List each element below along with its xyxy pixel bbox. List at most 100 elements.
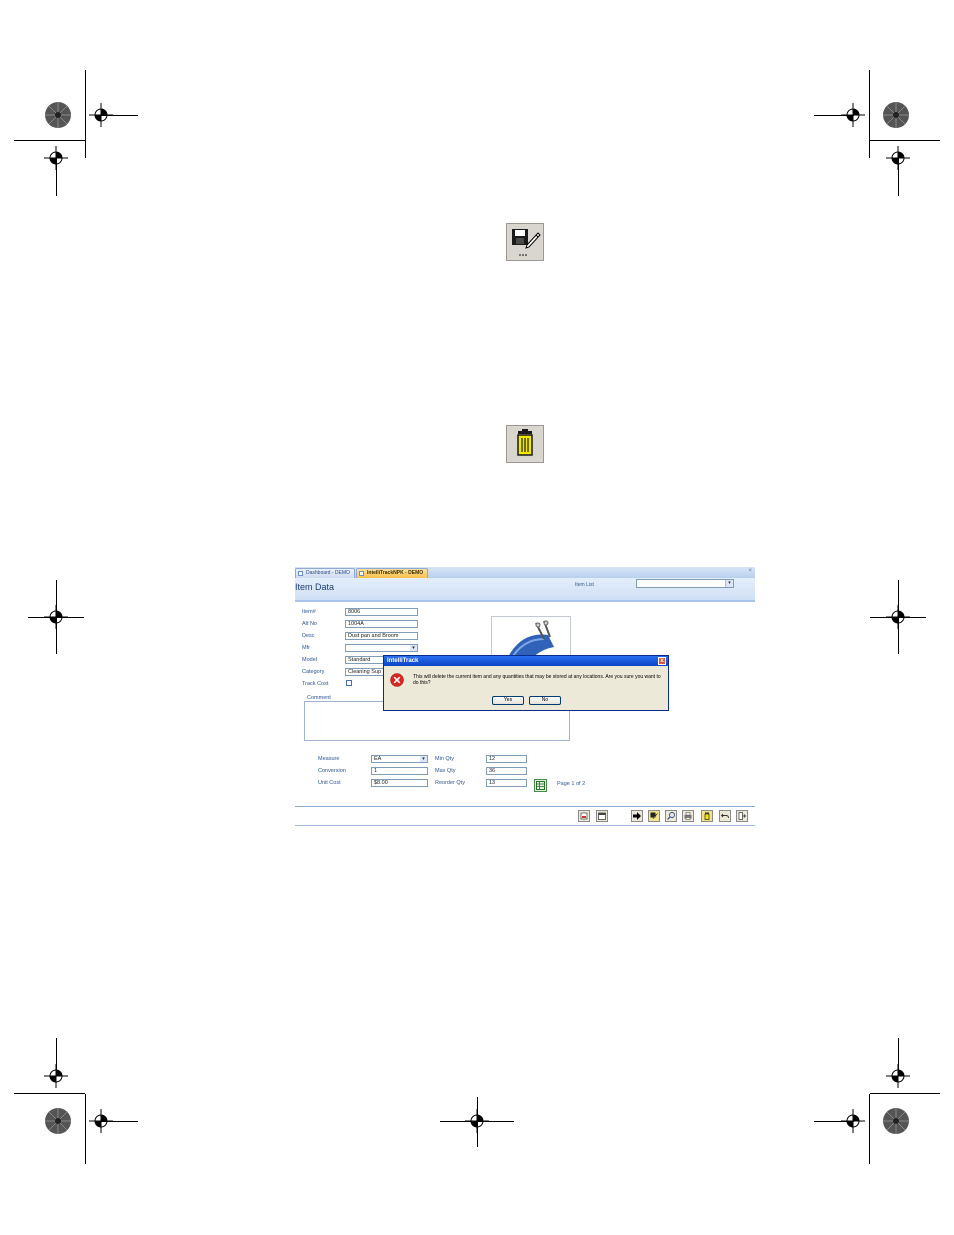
error-icon: [390, 673, 404, 687]
locations-button[interactable]: [534, 779, 547, 792]
desc-field[interactable]: Dust pan and Broom: [345, 632, 418, 640]
comment-label: Comment: [306, 695, 332, 701]
close-tab-button[interactable]: ×: [748, 568, 752, 574]
track-cost-checkbox[interactable]: [346, 680, 352, 686]
measure-label: Measure: [318, 756, 340, 762]
crop-line: [56, 158, 57, 196]
crop-line: [898, 158, 899, 196]
no-button[interactable]: No: [529, 696, 561, 705]
reorder-qty-label: Reorder Qty: [435, 780, 465, 786]
form-icon: [359, 571, 364, 576]
calendar-icon: [598, 812, 606, 820]
delete-button[interactable]: [506, 425, 544, 463]
chevron-down-icon: ▾: [420, 756, 427, 762]
tab-label: IntelliTrackNPK - DEMO: [367, 570, 424, 576]
dialog-close-button[interactable]: x: [658, 657, 666, 665]
save-edit-small-button[interactable]: [648, 810, 660, 822]
dialog-message: This will delete the current item and an…: [413, 674, 661, 686]
crop-line: [898, 1038, 899, 1076]
crop-line: [98, 1121, 138, 1122]
tab-dashboard[interactable]: Dashboard - DEMO: [295, 568, 355, 578]
alt-no-field[interactable]: 1004A: [345, 620, 418, 628]
crop-line: [870, 1093, 940, 1094]
reorder-qty-field[interactable]: 13: [486, 779, 527, 787]
unit-cost-field[interactable]: $8.00: [371, 779, 428, 787]
crop-line: [85, 1094, 86, 1164]
starburst-mark-icon: [44, 101, 72, 129]
crop-line: [85, 70, 86, 158]
crop-line: [28, 617, 84, 618]
model-field[interactable]: Standard: [345, 656, 385, 664]
dialog-title-text: IntelliTrack: [387, 658, 419, 664]
conversion-field[interactable]: 1: [371, 767, 428, 775]
new-record-icon: [580, 812, 588, 820]
crop-line: [814, 115, 854, 116]
print-button[interactable]: [682, 810, 694, 822]
yes-button[interactable]: Yes: [492, 696, 524, 705]
exit-button[interactable]: [736, 810, 748, 822]
save-edit-icon: [650, 812, 658, 819]
starburst-mark-icon: [882, 1107, 910, 1135]
form-icon: [298, 571, 303, 576]
page-title: Item Data: [295, 582, 335, 592]
item-list-dropdown[interactable]: ▾: [636, 579, 734, 588]
arrow-right-icon: [633, 812, 641, 820]
page-indicator: Page 1 of 2: [557, 781, 586, 787]
crop-line: [869, 1094, 870, 1164]
chevron-down-icon: ▾: [410, 645, 417, 651]
bottom-toolbar: [295, 807, 755, 826]
mfr-dropdown[interactable]: ▾: [345, 644, 418, 652]
chevron-down-icon: ▾: [725, 580, 733, 587]
crop-line: [870, 617, 926, 618]
printer-icon: [684, 812, 692, 820]
starburst-mark-icon: [882, 101, 910, 129]
form-header: Item Data Item List ▾: [295, 578, 755, 602]
measure-value: EA: [374, 756, 382, 762]
tab-label: Dashboard - DEMO: [306, 570, 350, 576]
exit-door-icon: [738, 812, 747, 820]
next-record-button[interactable]: [631, 810, 643, 822]
search-icon: [667, 812, 675, 820]
unit-cost-label: Unit Cost: [318, 780, 341, 786]
category-label: Category: [302, 669, 325, 675]
max-qty-field[interactable]: 36: [486, 767, 527, 775]
item-data-window: Dashboard - DEMO IntelliTrackNPK - DEMO …: [295, 567, 755, 827]
item-number-field[interactable]: 8006: [345, 608, 418, 616]
measure-dropdown[interactable]: EA ▾: [371, 755, 428, 763]
crop-line: [14, 140, 85, 141]
crop-line: [869, 70, 870, 158]
crop-line: [477, 1097, 478, 1147]
search-button[interactable]: [665, 810, 677, 822]
new-button[interactable]: [578, 810, 590, 822]
conversion-label: Conversion: [318, 768, 346, 774]
crop-line: [56, 1038, 57, 1076]
crop-line: [98, 115, 138, 116]
max-qty-label: Max Qty: [435, 768, 456, 774]
desc-label: Desc: [302, 633, 315, 639]
min-qty-label: Min Qty: [435, 756, 454, 762]
undo-button[interactable]: [719, 810, 731, 822]
tab-intellitrack[interactable]: IntelliTrackNPK - DEMO: [356, 568, 428, 578]
trash-icon: [517, 429, 533, 456]
calendar-button[interactable]: [596, 810, 608, 822]
save-edit-button[interactable]: [506, 223, 544, 261]
track-cost-label: Track Cost: [302, 681, 329, 687]
undo-icon: [720, 813, 729, 819]
delete-small-button[interactable]: [701, 810, 713, 822]
save-edit-icon: [512, 229, 541, 256]
grid-icon: [536, 781, 545, 790]
category-field[interactable]: Cleaning Sup: [345, 668, 385, 676]
alt-no-label: Alt No: [302, 621, 317, 627]
crop-line: [814, 1121, 854, 1122]
item-list-label: Item List: [575, 582, 594, 588]
mfr-label: Mfr: [302, 645, 310, 651]
starburst-mark-icon: [44, 1107, 72, 1135]
model-label: Model: [302, 657, 317, 663]
dialog-title: IntelliTrack x: [384, 656, 668, 666]
delete-confirm-dialog: IntelliTrack x This will delete the curr…: [383, 655, 669, 711]
crop-line: [14, 1093, 85, 1094]
item-number-label: Item#: [302, 609, 316, 615]
trash-icon: [704, 812, 710, 820]
crop-line: [870, 140, 940, 141]
min-qty-field[interactable]: 12: [486, 755, 527, 763]
